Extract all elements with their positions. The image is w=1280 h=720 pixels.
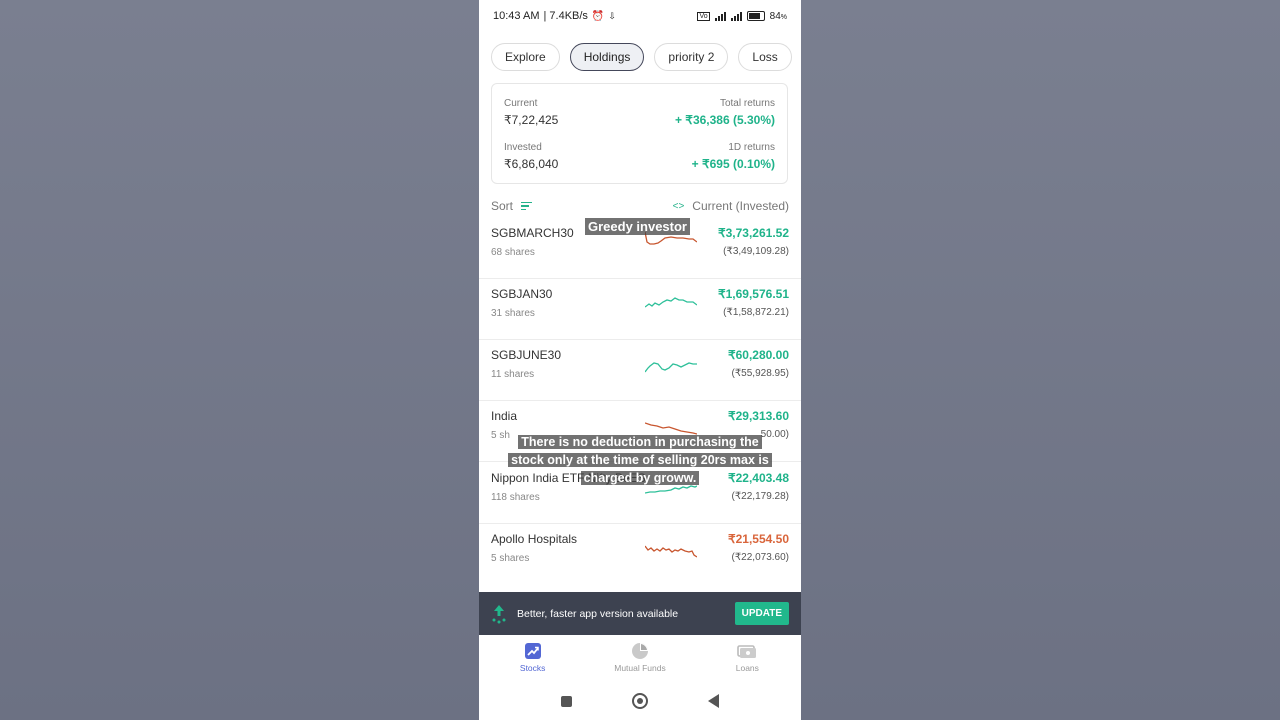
total-returns-block: Total returns + ₹36,386 (5.30%) (675, 98, 775, 127)
signal-icon (714, 11, 726, 21)
nav-mutual-funds[interactable]: Mutual Funds (586, 636, 693, 680)
holding-current-value: ₹60,280.00 (727, 348, 789, 362)
holding-invested-value: (₹55,928.95) (731, 368, 789, 379)
bottom-navigation: Stocks Mutual Funds Loans (479, 636, 801, 680)
sparkline (645, 422, 697, 435)
tab-holdings[interactable]: Holdings (569, 43, 645, 71)
signal-icon-2 (730, 11, 742, 21)
caption-line-1: There is no deduction in purchasing the (518, 435, 762, 449)
status-time: 10:43 AM (493, 10, 540, 22)
battery-percent: 84 (769, 10, 781, 22)
1d-returns-value: + ₹695 (0.10%) (691, 157, 775, 171)
nav-stocks[interactable]: Stocks (479, 636, 586, 680)
caption-deduction-note: There is no deduction in purchasing the … (479, 433, 801, 487)
1d-returns-block: 1D returns + ₹695 (0.10%) (692, 142, 775, 171)
status-net-speed: | 7.4KB/s (543, 10, 588, 22)
invested-value: ₹6,86,040 (504, 157, 559, 171)
holding-name: India (491, 409, 518, 423)
loans-icon (737, 645, 757, 658)
nav-stocks-label: Stocks (519, 663, 546, 673)
current-block: Current ₹7,22,425 (504, 98, 558, 127)
watchlist-tabs: Explore Holdings priority 2 Loss (491, 43, 792, 71)
pie-chart-icon (631, 643, 648, 659)
battery-icon (746, 11, 765, 21)
holding-name: SGBJAN30 (491, 287, 553, 301)
holding-current-value: ₹29,313.60 (727, 409, 789, 423)
holding-row[interactable]: SGBJUNE30 11 shares ₹60,280.00 (₹55,928.… (479, 340, 801, 401)
sort-row: Sort <> Current (Invested) (491, 198, 789, 214)
recent-apps-icon[interactable] (561, 695, 572, 707)
nav-loans[interactable]: Loans (694, 636, 801, 680)
sparkline (645, 545, 697, 558)
holding-row[interactable]: Apollo Hospitals 5 shares ₹21,554.50 (₹2… (479, 524, 801, 585)
holding-shares: 5 shares (491, 553, 530, 564)
battery-unit: % (780, 13, 787, 21)
sparkline (645, 297, 697, 308)
swap-icon: <> (672, 200, 685, 212)
sort-icon (521, 201, 533, 211)
alarm-icon: ⏰ (591, 10, 605, 22)
battery-level: 84% (770, 11, 787, 22)
holding-invested-value: (₹3,49,109.28) (723, 246, 789, 257)
invested-block: Invested ₹6,86,040 (504, 142, 558, 171)
volte-icon: Vo (697, 11, 710, 21)
update-button[interactable]: UPDATE (734, 602, 789, 625)
view-toggle[interactable]: <> Current (Invested) (673, 199, 789, 213)
nav-loans-label: Loans (735, 663, 759, 673)
update-banner: Better, faster app version available UPD… (479, 592, 801, 635)
sort-button[interactable]: Sort (491, 199, 533, 213)
1d-returns-label: 1D returns (728, 142, 775, 153)
holding-name: SGBMARCH30 (491, 226, 574, 240)
tab-explore[interactable]: Explore (491, 43, 560, 71)
total-returns-value: + ₹36,386 (5.30%) (674, 113, 775, 127)
holding-current-value: ₹21,554.50 (727, 532, 789, 546)
portfolio-summary-card: Current ₹7,22,425 Total returns + ₹36,38… (491, 83, 788, 184)
holding-row[interactable]: SGBJAN30 31 shares ₹1,69,576.51 (₹1,58,8… (479, 279, 801, 340)
stocks-icon (524, 643, 541, 659)
total-returns-label: Total returns (719, 98, 775, 109)
current-value: ₹7,22,425 (504, 113, 559, 127)
tab-priority-2[interactable]: priority 2 (654, 43, 729, 71)
holding-invested-value: (₹22,073.60) (731, 552, 789, 563)
holding-shares: 11 shares (491, 369, 535, 380)
invested-label: Invested (504, 142, 542, 153)
status-bar: 10:43 AM | 7.4KB/s ⏰ ⇩ Vo 84% (479, 0, 801, 32)
holding-name: Apollo Hospitals (491, 532, 578, 546)
holding-shares: 118 shares (491, 492, 540, 503)
caption-line-3: charged by groww. (580, 471, 700, 485)
holding-name: SGBJUNE30 (491, 348, 562, 362)
back-icon[interactable] (708, 694, 719, 708)
holding-invested-value: (₹22,179.28) (731, 491, 789, 502)
current-label: Current (504, 98, 538, 109)
update-banner-text: Better, faster app version available (517, 607, 679, 620)
holding-shares: 68 shares (491, 247, 535, 258)
sort-label: Sort (491, 199, 514, 213)
upgrade-arrow-icon (492, 604, 506, 623)
caption-line-2: stock only at the time of selling 20rs m… (508, 453, 772, 467)
view-label: Current (Invested) (692, 199, 789, 213)
nav-mutual-funds-label: Mutual Funds (614, 663, 666, 673)
sparkline (645, 362, 697, 373)
home-icon[interactable] (632, 693, 648, 709)
download-icon: ⇩ (608, 10, 616, 21)
phone-screen: 10:43 AM | 7.4KB/s ⏰ ⇩ Vo 84% Explore Ho… (479, 0, 801, 720)
caption-greedy-investor: Greedy investor (585, 218, 690, 235)
system-navigation-bar (479, 682, 801, 720)
holding-current-value: ₹3,73,261.52 (717, 226, 789, 240)
holding-current-value: ₹1,69,576.51 (717, 287, 789, 301)
holding-shares: 31 shares (491, 308, 535, 319)
holding-invested-value: (₹1,58,872.21) (723, 307, 789, 318)
tab-loss[interactable]: Loss (738, 43, 792, 71)
